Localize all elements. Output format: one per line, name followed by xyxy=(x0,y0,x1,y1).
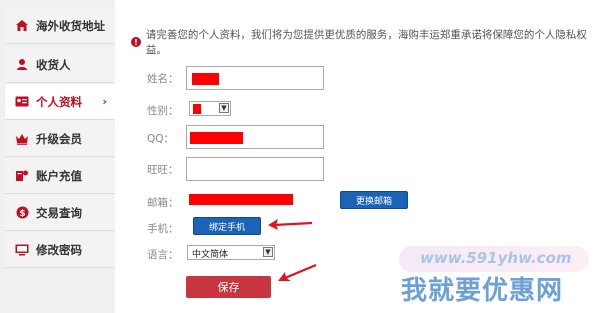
redacted-name xyxy=(192,73,219,85)
watermark-url: www.591yhw.com xyxy=(420,249,572,267)
redacted-email xyxy=(189,194,293,205)
svg-text:$: $ xyxy=(19,209,25,219)
save-button[interactable]: 保存 xyxy=(186,276,271,298)
sidebar-item-transaction-query[interactable]: $ 交易查询 xyxy=(5,195,115,231)
wangwang-label: 旺旺： xyxy=(147,164,179,176)
profile-panel: ! 请完善您的个人资料，我们将为您提供更优质的服务，海购丰运郑重承诺将保障您的个… xyxy=(121,0,600,313)
language-select[interactable]: 中文简体 ▼ xyxy=(187,245,275,260)
change-email-button[interactable]: 更换邮箱 xyxy=(340,191,408,209)
user-icon xyxy=(15,58,29,72)
annotation-arrow-icon xyxy=(268,219,313,230)
bind-phone-button[interactable]: 绑定手机 xyxy=(193,217,261,235)
name-input[interactable] xyxy=(186,66,324,90)
id-card-icon xyxy=(15,95,29,109)
chevron-down-icon: ▼ xyxy=(263,247,273,257)
sidebar-item-consignee[interactable]: 收货人 xyxy=(5,47,115,83)
language-value: 中文简体 xyxy=(192,250,229,260)
sidebar-item-change-password[interactable]: 修改密码 xyxy=(5,232,115,268)
notice-banner: ! 请完善您的个人资料，我们将为您提供更优质的服务，海购丰运郑重承诺将保障您的个… xyxy=(131,27,600,57)
sidebar-item-label: 修改密码 xyxy=(36,242,82,257)
sidebar: 海外收货地址 收货人 个人资料 › 升级会员 账户充值 $ 交易查询 修改密码 xyxy=(0,0,115,313)
sidebar-item-overseas-address[interactable]: 海外收货地址 xyxy=(5,8,115,44)
gender-label: 性别： xyxy=(147,105,179,117)
email-label: 邮箱： xyxy=(147,197,179,209)
sidebar-item-label: 收货人 xyxy=(36,57,71,72)
home-icon xyxy=(15,19,29,33)
chevron-down-icon: ▼ xyxy=(219,103,229,113)
redacted-gender xyxy=(193,104,201,114)
warning-icon: ! xyxy=(131,37,141,47)
watermark-title: 我就要优惠网 xyxy=(401,276,564,306)
sidebar-item-profile[interactable]: 个人资料 › xyxy=(5,84,115,120)
phone-label: 手机： xyxy=(147,223,179,235)
sidebar-item-label: 升级会员 xyxy=(36,131,82,146)
language-label: 语言： xyxy=(147,249,179,261)
chevron-right-icon: › xyxy=(102,95,107,108)
name-label: 姓名： xyxy=(147,73,179,85)
sidebar-item-recharge[interactable]: 账户充值 xyxy=(5,158,115,194)
sidebar-item-upgrade-member[interactable]: 升级会员 xyxy=(5,121,115,157)
sidebar-item-label: 交易查询 xyxy=(36,205,82,220)
qq-label: QQ： xyxy=(147,133,175,145)
redacted-qq xyxy=(190,132,243,144)
dollar-icon: $ xyxy=(15,206,29,220)
monitor-icon xyxy=(15,243,29,257)
crown-icon xyxy=(15,132,29,146)
sidebar-item-label: 海外收货地址 xyxy=(36,18,105,33)
sidebar-item-label: 账户充值 xyxy=(36,168,82,183)
qq-input[interactable] xyxy=(186,125,324,149)
annotation-arrow-icon xyxy=(278,263,317,281)
wangwang-input[interactable] xyxy=(186,157,324,181)
gender-select[interactable]: ▼ xyxy=(189,101,231,116)
sidebar-item-label: 个人资料 xyxy=(36,94,82,109)
notice-text: 请完善您的个人资料，我们将为您提供更优质的服务，海购丰运郑重承诺将保障您的个人隐… xyxy=(145,29,587,56)
recharge-icon xyxy=(15,169,29,183)
